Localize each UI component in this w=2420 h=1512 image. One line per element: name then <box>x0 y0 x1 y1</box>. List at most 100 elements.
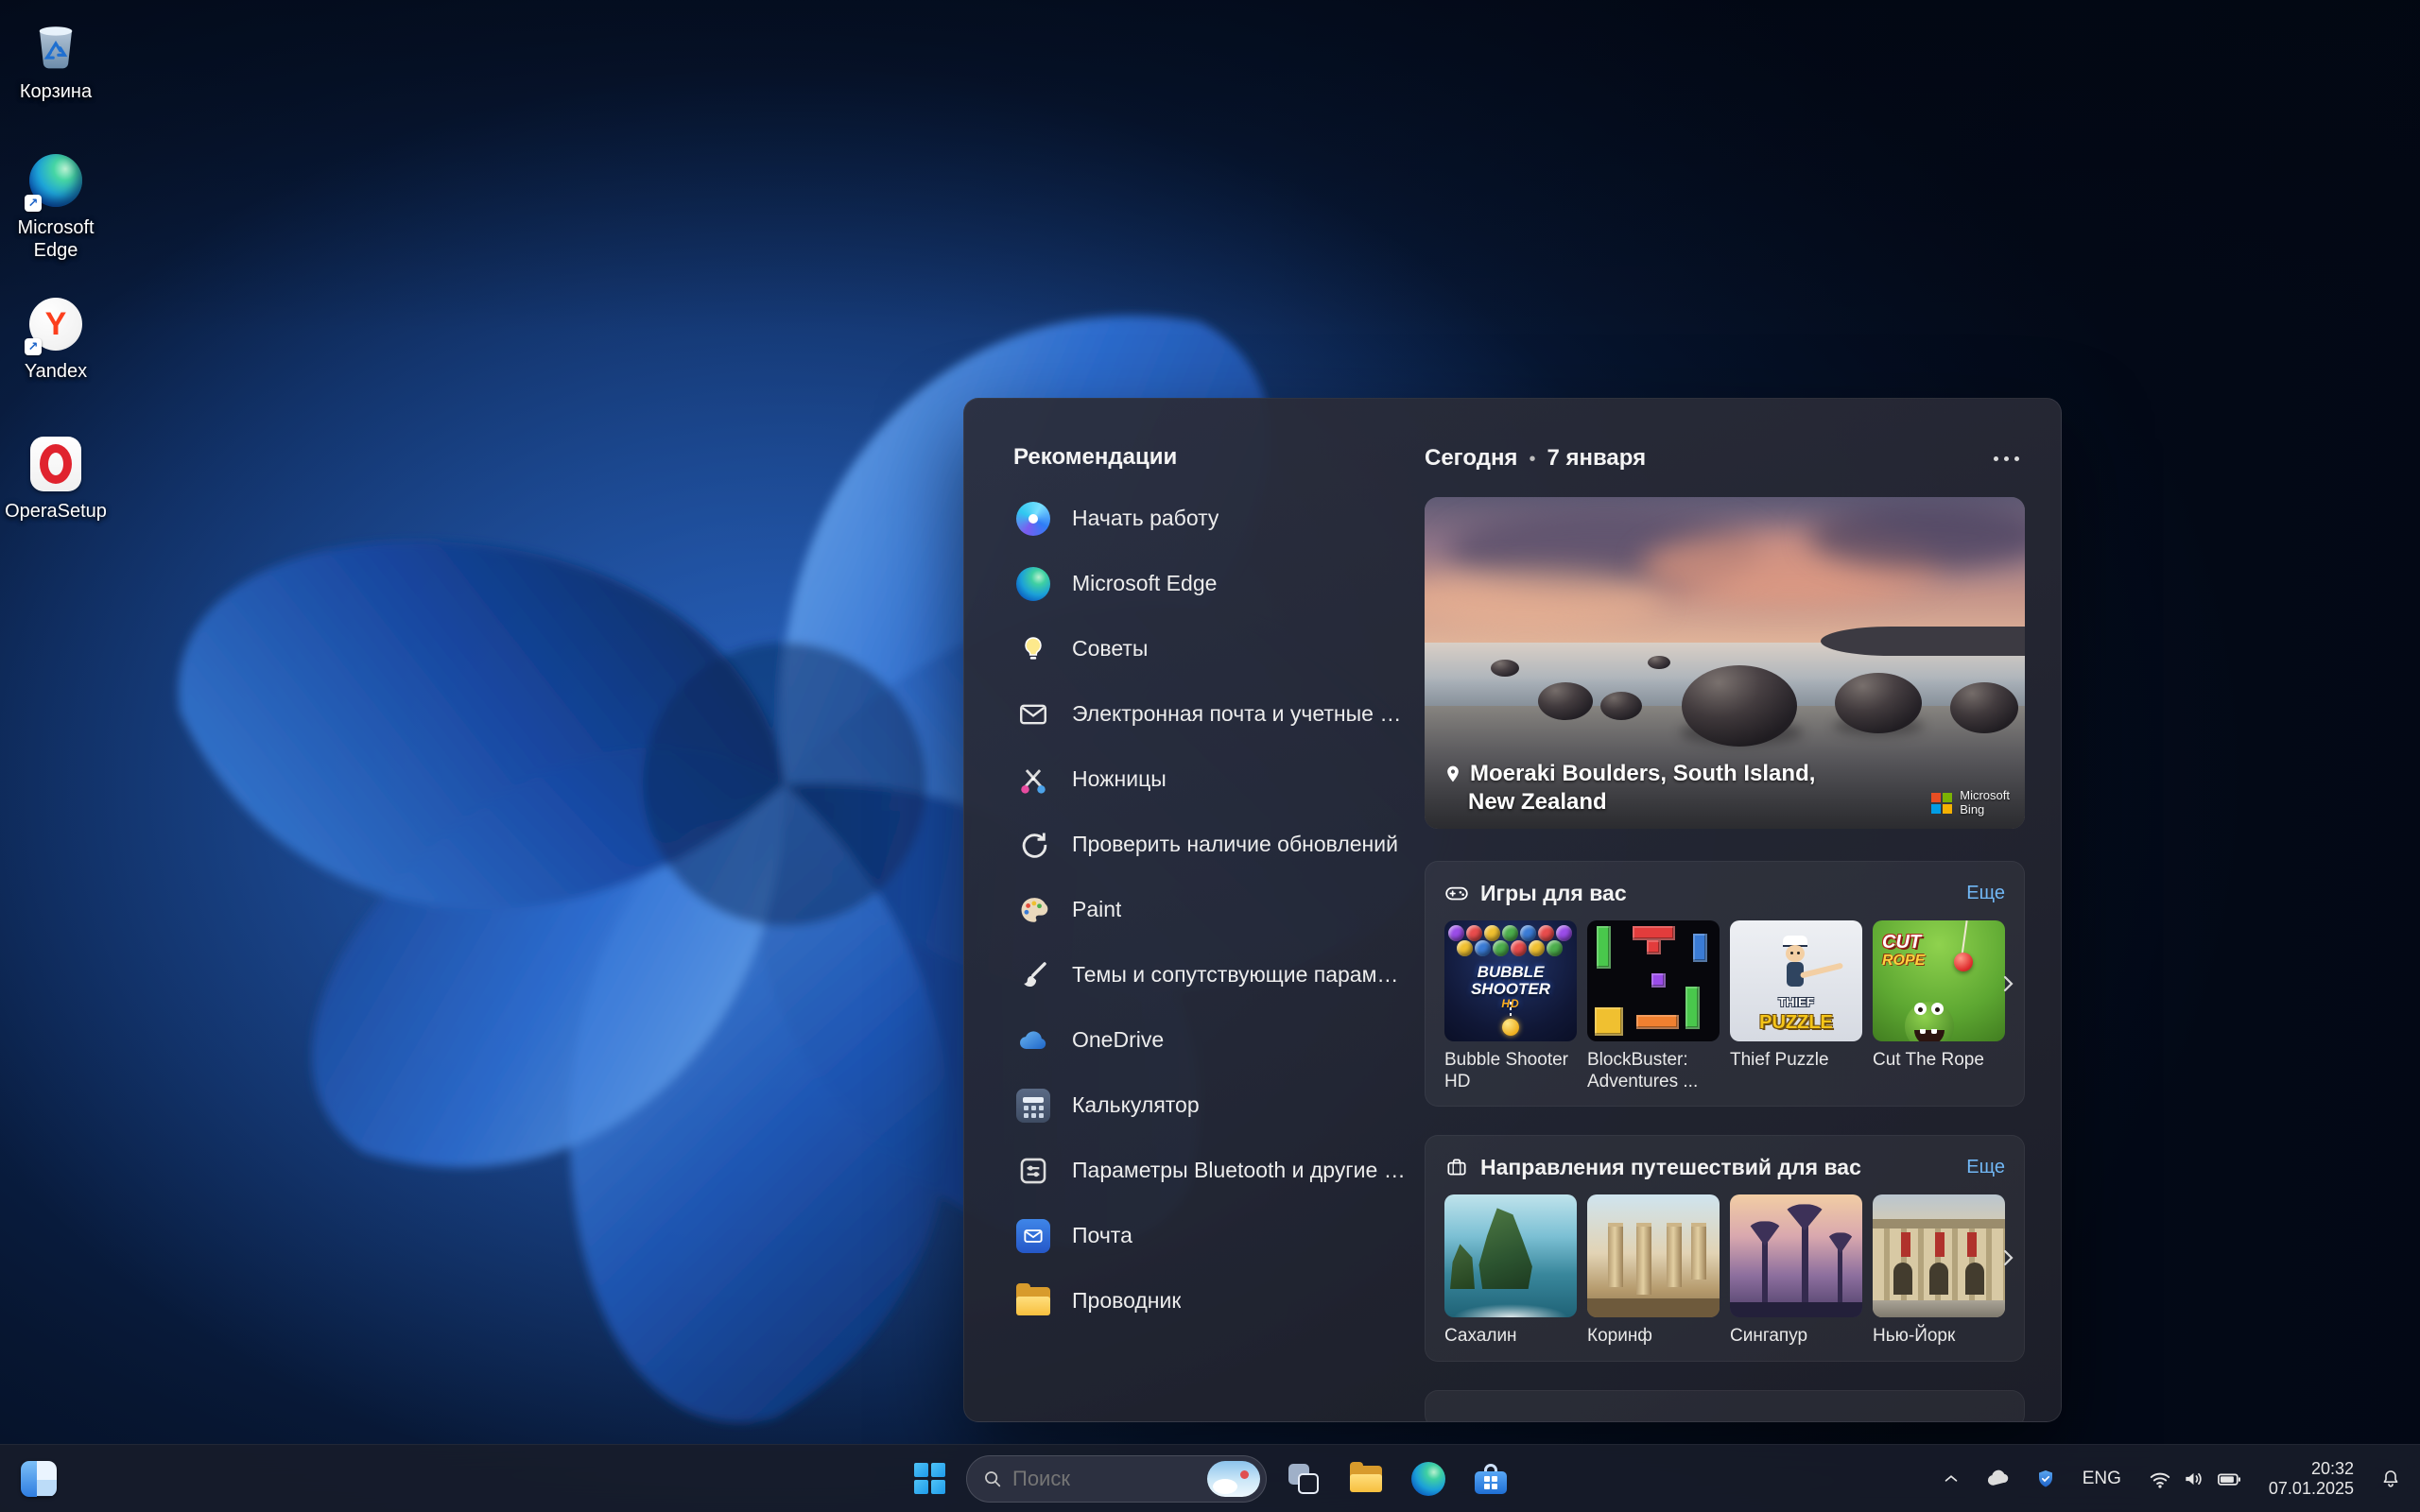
travel-card-singapore[interactable]: Сингапур <box>1730 1194 1862 1347</box>
desktop-icon-label: Корзина <box>20 80 92 103</box>
language-indicator[interactable]: ENG <box>2077 1465 2127 1493</box>
scroll-right-chevron-icon[interactable] <box>1996 968 2020 1000</box>
games-more-link[interactable]: Еще <box>1966 883 2005 904</box>
yandex-icon: Y ↗ <box>26 295 85 353</box>
boulder <box>1648 656 1670 669</box>
game-thumbnail <box>1587 920 1720 1041</box>
games-row: BUBBLE SHOOTER HD Bubble Shooter HD <box>1444 920 2005 1092</box>
travel-section: Направления путешествий для вас Еще Саха… <box>1425 1135 2025 1361</box>
today-column: Сегодня • 7 января <box>1425 444 2025 1422</box>
recommendations-column: Рекомендации Начать работу Microsoft Edg… <box>1002 444 1420 1333</box>
notifications-button[interactable] <box>2375 1463 2407 1495</box>
settings-sliders-icon <box>1013 1151 1053 1191</box>
calculator-icon <box>1013 1086 1053 1125</box>
suitcase-icon <box>1444 1155 1469 1179</box>
game-card-thief-puzzle[interactable]: THIEF PUZZLE Thief Puzzle <box>1730 920 1862 1092</box>
travel-card-corinth[interactable]: Коринф <box>1587 1194 1720 1347</box>
recycle-bin-icon <box>26 15 85 74</box>
rec-item-snipping-tool[interactable]: Ножницы <box>1002 747 1420 812</box>
edge-icon: ↗ <box>26 151 85 210</box>
time: 20:32 <box>2269 1459 2354 1479</box>
taskbar: ENG 20:32 07.01.2025 <box>0 1444 2420 1512</box>
search-input[interactable] <box>1012 1467 1198 1491</box>
task-view-button[interactable] <box>1278 1453 1329 1504</box>
game-title: Cut The Rope <box>1873 1049 2005 1071</box>
game-card-blockbuster[interactable]: BlockBuster: Adventures ... <box>1587 920 1720 1092</box>
rec-item-edge[interactable]: Microsoft Edge <box>1002 551 1420 616</box>
opera-setup-icon <box>26 435 85 493</box>
clock[interactable]: 20:32 07.01.2025 <box>2263 1457 2360 1501</box>
game-card-cut-the-rope[interactable]: CUT ROPE Cut The Rope <box>1873 920 2005 1092</box>
bing-daily-image-card[interactable]: Moeraki Boulders, South Island, New Zeal… <box>1425 497 2025 829</box>
desktop-icon-opera-setup[interactable]: OperaSetup <box>0 435 112 523</box>
location-pin-icon <box>1443 765 1462 783</box>
travel-card-sakhalin[interactable]: Сахалин <box>1444 1194 1577 1347</box>
search-icon <box>982 1469 1003 1489</box>
more-options-icon[interactable] <box>1988 451 2025 467</box>
shortcut-arrow-icon: ↗ <box>25 195 42 212</box>
desktop-icon-edge[interactable]: ↗ Microsoft Edge <box>0 151 112 262</box>
microsoft-store-button[interactable] <box>1465 1453 1516 1504</box>
travel-title-label: Сингапур <box>1730 1325 1862 1347</box>
travel-title-label: Нью-Йорк <box>1873 1325 2005 1347</box>
travel-more-link[interactable]: Еще <box>1966 1157 2005 1178</box>
taskbar-search-box[interactable] <box>966 1455 1267 1503</box>
rec-item-bluetooth-settings[interactable]: Параметры Bluetooth и другие пара... <box>1002 1138 1420 1203</box>
game-thumbnail: BUBBLE SHOOTER HD <box>1444 920 1577 1041</box>
search-daily-image[interactable] <box>1207 1461 1260 1497</box>
desktop-icon-label: Microsoft Edge <box>0 216 112 262</box>
store-bag-icon <box>1475 1464 1507 1494</box>
boulder <box>1491 660 1519 677</box>
widgets-icon <box>21 1461 57 1497</box>
game-thumbnail: CUT ROPE <box>1873 920 2005 1041</box>
windows-logo-icon <box>914 1463 945 1494</box>
wifi-icon <box>2148 1467 2172 1491</box>
rec-item-paint[interactable]: Paint <box>1002 877 1420 942</box>
edge-button[interactable] <box>1403 1453 1454 1504</box>
onedrive-tray-button[interactable] <box>1982 1463 2014 1495</box>
paintbrush-icon <box>1013 955 1053 995</box>
recommendations-list: Начать работу Microsoft Edge Советы <box>1002 486 1420 1333</box>
desktop-icon-yandex[interactable]: Y ↗ Yandex <box>0 295 112 383</box>
microsoft-logo-icon <box>1931 793 1952 814</box>
desktop-icon-label: OperaSetup <box>5 500 107 523</box>
rec-item-explorer[interactable]: Проводник <box>1002 1268 1420 1333</box>
travel-title: Направления путешествий для вас <box>1480 1155 1861 1180</box>
rec-item-mail-app[interactable]: Почта <box>1002 1203 1420 1268</box>
travel-card-new-york[interactable]: Нью-Йорк <box>1873 1194 2005 1347</box>
hero-caption: Moeraki Boulders, South Island, New Zeal… <box>1443 761 1815 816</box>
rec-item-onedrive[interactable]: OneDrive <box>1002 1007 1420 1073</box>
rec-item-calculator[interactable]: Калькулятор <box>1002 1073 1420 1138</box>
games-title: Игры для вас <box>1480 881 1627 906</box>
desktop-icon-label: Yandex <box>25 360 87 383</box>
chevron-up-icon <box>1941 1469 1962 1489</box>
network-volume-battery-button[interactable] <box>2142 1462 2248 1496</box>
travel-row: Сахалин Коринф <box>1444 1194 2005 1347</box>
game-title: Bubble Shooter HD <box>1444 1049 1577 1092</box>
desktop-icon-recycle-bin[interactable]: Корзина <box>0 15 112 103</box>
game-card-bubble-shooter[interactable]: BUBBLE SHOOTER HD Bubble Shooter HD <box>1444 920 1577 1092</box>
shortcut-arrow-icon: ↗ <box>25 338 42 355</box>
scissors-icon <box>1013 760 1053 799</box>
rec-item-mail-accounts[interactable]: Электронная почта и учетные записи <box>1002 681 1420 747</box>
games-icon <box>1444 881 1469 905</box>
security-tray-button[interactable] <box>2030 1463 2062 1495</box>
games-section: Игры для вас Еще <box>1425 861 2025 1107</box>
start-button[interactable] <box>904 1453 955 1504</box>
hidden-icons-chevron[interactable] <box>1935 1463 1967 1495</box>
today-date: 7 января <box>1547 445 1646 472</box>
travel-thumbnail <box>1730 1194 1862 1317</box>
travel-thumbnail <box>1873 1194 2005 1317</box>
scroll-right-chevron-icon[interactable] <box>1996 1242 2020 1274</box>
game-thumbnail: THIEF PUZZLE <box>1730 920 1862 1041</box>
game-title: Thief Puzzle <box>1730 1049 1862 1071</box>
rec-item-get-started[interactable]: Начать работу <box>1002 486 1420 551</box>
widgets-button[interactable] <box>13 1453 64 1504</box>
desktop-screen: Корзина ↗ Microsoft Edge Y ↗ Yandex Oper… <box>0 0 2420 1512</box>
rec-item-themes[interactable]: Темы и сопутствующие параметры <box>1002 942 1420 1007</box>
rec-item-tips[interactable]: Советы <box>1002 616 1420 681</box>
rec-item-check-updates[interactable]: Проверить наличие обновлений <box>1002 812 1420 877</box>
travel-thumbnail <box>1444 1194 1577 1317</box>
file-explorer-button[interactable] <box>1340 1453 1392 1504</box>
edge-icon <box>1013 564 1053 604</box>
